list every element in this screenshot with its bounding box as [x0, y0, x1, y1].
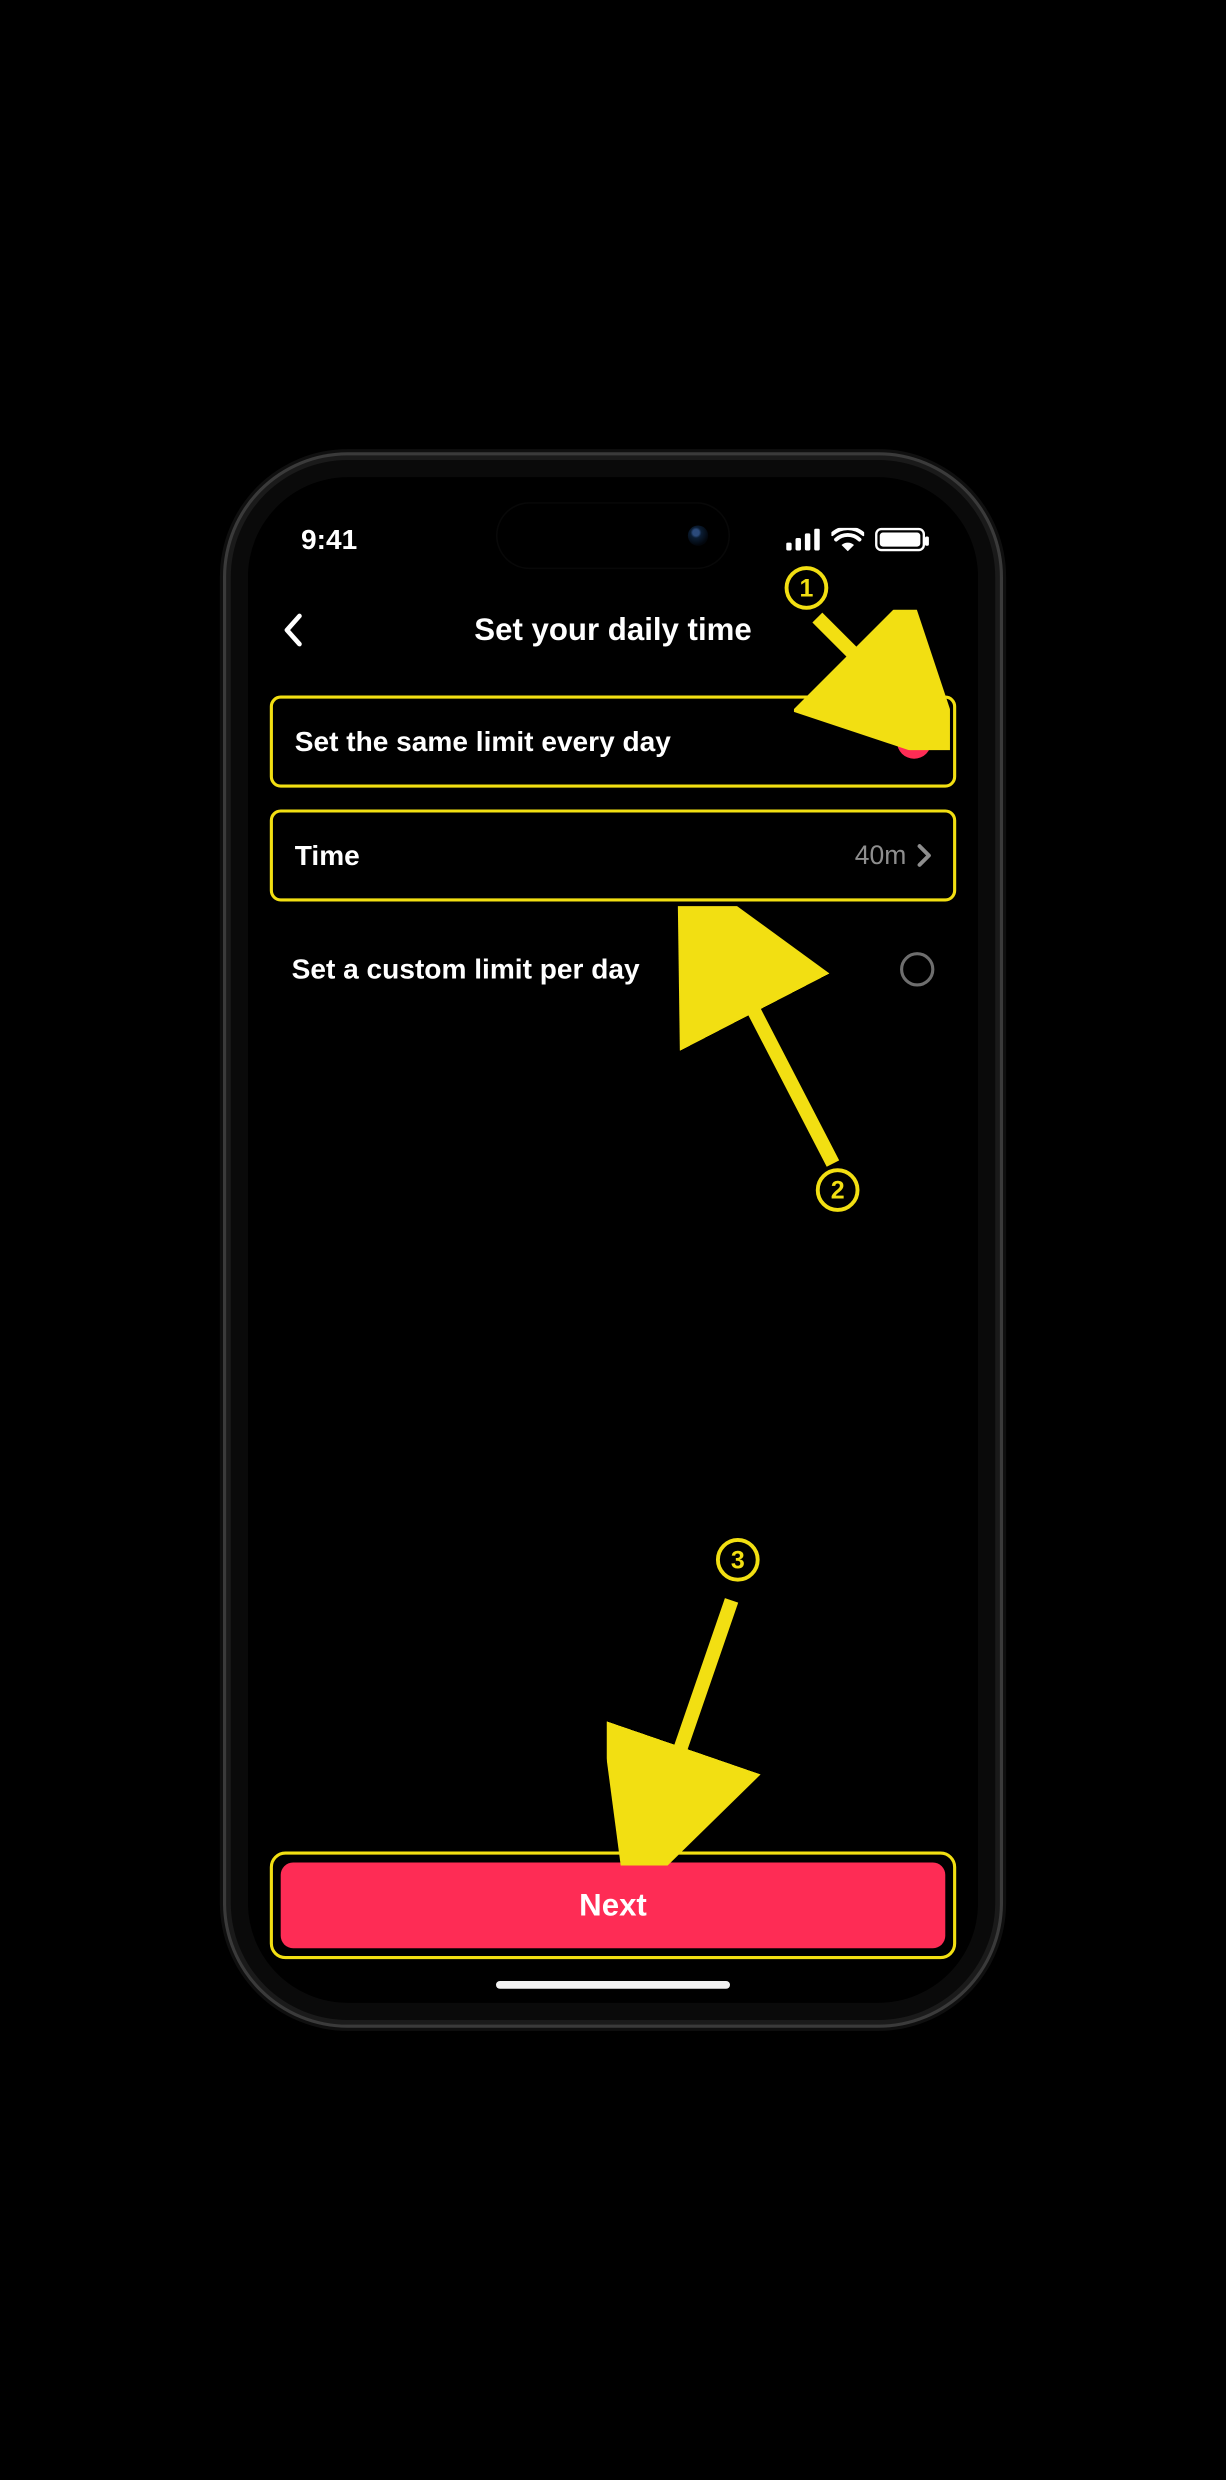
- screen: 9:41: [248, 477, 978, 2003]
- dynamic-island: [496, 502, 730, 569]
- content: Set the same limit every day Time 40m Se…: [270, 696, 956, 1016]
- next-highlight: Next: [270, 1852, 956, 1960]
- nav-bar: Set your daily time: [248, 599, 978, 661]
- chevron-left-icon: [282, 613, 302, 647]
- time-row[interactable]: Time 40m: [270, 809, 956, 901]
- home-indicator: [496, 1981, 730, 1989]
- next-button[interactable]: Next: [281, 1862, 946, 1948]
- next-label: Next: [579, 1888, 647, 1923]
- option-custom-limit[interactable]: Set a custom limit per day: [270, 923, 956, 1015]
- option-same-limit[interactable]: Set the same limit every day: [270, 696, 956, 788]
- footer: Next: [270, 1852, 956, 1960]
- option-label: Set the same limit every day: [295, 725, 671, 758]
- annotation-arrow-3: [607, 1585, 779, 1866]
- annotation-badge-2: 2: [816, 1168, 860, 1212]
- annotation-badge-3: 3: [716, 1538, 760, 1582]
- page-title: Set your daily time: [474, 612, 751, 647]
- battery-icon: [875, 528, 925, 551]
- cellular-icon: [786, 529, 820, 551]
- chevron-right-icon: [917, 844, 931, 867]
- option-label: Set a custom limit per day: [292, 953, 640, 986]
- back-button[interactable]: [282, 613, 302, 647]
- time-value: 40m: [855, 840, 907, 870]
- time-label: Time: [295, 839, 360, 872]
- radio-selected-icon: [897, 724, 931, 758]
- device-frame: 9:41: [231, 460, 995, 2020]
- wifi-icon: [831, 528, 864, 551]
- radio-unselected-icon: [900, 952, 934, 986]
- status-time: 9:41: [301, 523, 357, 556]
